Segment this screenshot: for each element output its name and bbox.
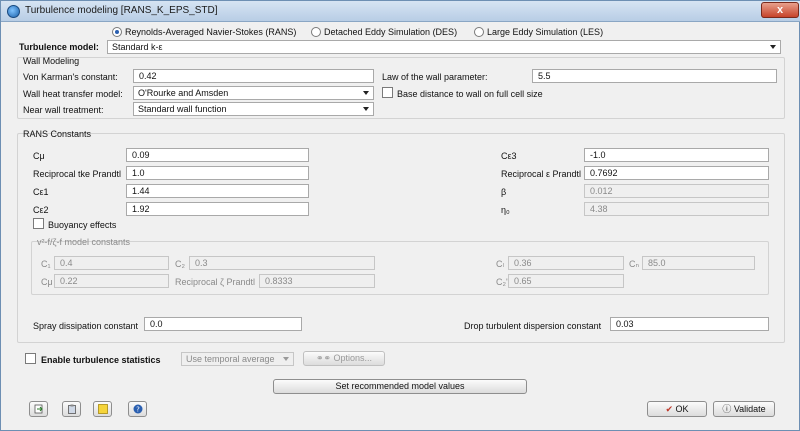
c-e3-input[interactable]: -1.0 bbox=[584, 148, 769, 162]
near-wall-label: Near wall treatment: bbox=[23, 105, 104, 115]
c-e1-label: Cε1 bbox=[33, 187, 49, 197]
base-distance-label: Base distance to wall on full cell size bbox=[397, 89, 543, 99]
import-icon bbox=[34, 404, 43, 414]
v2f-cn-label: Cₙ bbox=[629, 259, 640, 269]
set-recommended-button[interactable]: Set recommended model values bbox=[273, 379, 527, 394]
radio-des[interactable] bbox=[311, 27, 321, 37]
beta-label: β bbox=[501, 187, 507, 197]
spray-dissipation-input[interactable]: 0.0 bbox=[144, 317, 302, 331]
v2f-recip-zeta-label: Reciprocal ζ Prandtl bbox=[175, 277, 256, 287]
drop-dispersion-label: Drop turbulent dispersion constant bbox=[464, 321, 602, 331]
statistics-mode-value: Use temporal average bbox=[186, 354, 275, 364]
statistics-mode-select[interactable]: Use temporal average bbox=[181, 352, 294, 366]
law-of-wall-input[interactable]: 5.5 bbox=[532, 69, 777, 83]
notes-button[interactable] bbox=[93, 401, 112, 417]
enable-statistics-checkbox[interactable] bbox=[25, 353, 36, 364]
radio-les[interactable] bbox=[474, 27, 484, 37]
c-e3-label: Cε3 bbox=[501, 151, 517, 161]
turbulence-model-label: Turbulence model: bbox=[19, 42, 99, 52]
help-button[interactable]: ? bbox=[128, 401, 147, 417]
c-mu-input[interactable]: 0.09 bbox=[126, 148, 309, 162]
eta0-input[interactable]: 4.38 bbox=[584, 202, 769, 216]
von-karman-input[interactable]: 0.42 bbox=[133, 69, 374, 83]
radio-rans-label: Reynolds-Averaged Navier-Stokes (RANS) bbox=[125, 27, 297, 37]
radio-des-label: Detached Eddy Simulation (DES) bbox=[324, 27, 458, 37]
recip-tke-label: Reciprocal tke Prandtl bbox=[33, 169, 122, 179]
von-karman-label: Von Karman's constant: bbox=[23, 72, 118, 82]
v2f-c2p-label: C₂' bbox=[496, 277, 508, 287]
radio-les-label: Large Eddy Simulation (LES) bbox=[487, 27, 604, 37]
beta-input[interactable]: 0.012 bbox=[584, 184, 769, 198]
v2f-cmu-input[interactable]: 0.22 bbox=[54, 274, 169, 288]
drop-dispersion-input[interactable]: 0.03 bbox=[610, 317, 769, 331]
law-of-wall-label: Law of the wall parameter: bbox=[382, 72, 488, 82]
chevron-down-icon bbox=[770, 45, 776, 49]
c-e2-label: Cε2 bbox=[33, 205, 49, 215]
validate-label: Validate bbox=[733, 404, 766, 414]
chevron-down-icon bbox=[363, 107, 369, 111]
v2f-constants-title: v²-f/ζ-f model constants bbox=[37, 237, 130, 247]
help-icon: ? bbox=[133, 404, 143, 414]
v2f-cn-input[interactable]: 85.0 bbox=[642, 256, 755, 270]
close-button[interactable]: x bbox=[761, 2, 799, 18]
ok-label: OK bbox=[675, 404, 689, 414]
v2f-cl-label: Cₗ bbox=[496, 259, 504, 269]
buoyancy-checkbox[interactable] bbox=[33, 218, 44, 229]
v2f-c2-label: C₂ bbox=[175, 259, 185, 269]
heat-transfer-value: O'Rourke and Amsden bbox=[138, 88, 229, 98]
v2f-c1-label: C₁ bbox=[41, 259, 51, 269]
heat-transfer-select[interactable]: O'Rourke and Amsden bbox=[133, 86, 374, 100]
recip-tke-input[interactable]: 1.0 bbox=[126, 166, 309, 180]
recip-eps-input[interactable]: 0.7692 bbox=[584, 166, 769, 180]
v2f-c2-input[interactable]: 0.3 bbox=[189, 256, 375, 270]
sticky-note-icon bbox=[98, 404, 108, 414]
heat-transfer-label: Wall heat transfer model: bbox=[23, 89, 123, 99]
clipboard-icon bbox=[68, 404, 76, 414]
wall-modeling-title: Wall Modeling bbox=[23, 56, 80, 66]
rans-constants-title: RANS Constants bbox=[23, 129, 92, 139]
v2f-cmu-label: Cμ bbox=[41, 277, 53, 287]
eta0-label: η₀ bbox=[501, 205, 510, 215]
near-wall-select[interactable]: Standard wall function bbox=[133, 102, 374, 116]
chevron-down-icon bbox=[363, 91, 369, 95]
enable-statistics-label: Enable turbulence statistics bbox=[41, 355, 161, 365]
v2f-c1-input[interactable]: 0.4 bbox=[54, 256, 169, 270]
turbulence-model-select[interactable]: Standard k-ε bbox=[107, 40, 781, 54]
app-icon bbox=[7, 5, 20, 18]
c-e1-input[interactable]: 1.44 bbox=[126, 184, 309, 198]
v2f-c2p-input[interactable]: 0.65 bbox=[508, 274, 624, 288]
import-button[interactable] bbox=[29, 401, 48, 417]
c-e2-input[interactable]: 1.92 bbox=[126, 202, 309, 216]
turbulence-dialog: Turbulence modeling [RANS_K_EPS_STD] x R… bbox=[0, 0, 800, 431]
spray-dissipation-label: Spray dissipation constant bbox=[33, 321, 139, 331]
v2f-recip-zeta-input[interactable]: 0.8333 bbox=[259, 274, 375, 288]
near-wall-value: Standard wall function bbox=[138, 104, 227, 114]
radio-rans[interactable] bbox=[112, 27, 122, 37]
turbulence-model-value: Standard k-ε bbox=[112, 42, 163, 52]
v2f-cl-input[interactable]: 0.36 bbox=[508, 256, 624, 270]
buoyancy-label: Buoyancy effects bbox=[48, 220, 117, 230]
validate-icon: ⓘ bbox=[722, 404, 734, 414]
c-mu-label: Cμ bbox=[33, 151, 45, 161]
recip-eps-label: Reciprocal ε Prandtl bbox=[501, 169, 582, 179]
validate-button[interactable]: ⓘ Validate bbox=[713, 401, 775, 417]
statistics-options-label: Options... bbox=[333, 353, 373, 363]
svg-text:?: ? bbox=[136, 406, 140, 414]
chevron-down-icon bbox=[283, 357, 289, 361]
window-title: Turbulence modeling [RANS_K_EPS_STD] bbox=[25, 5, 218, 16]
ok-check-icon: ✔ bbox=[665, 404, 676, 414]
copy-button[interactable] bbox=[62, 401, 81, 417]
title-bar: Turbulence modeling [RANS_K_EPS_STD] x bbox=[1, 1, 800, 22]
ok-button[interactable]: ✔ OK bbox=[647, 401, 707, 417]
rans-constants-group bbox=[17, 133, 785, 343]
glasses-icon: ⚭⚭ bbox=[315, 353, 334, 363]
base-distance-checkbox[interactable] bbox=[382, 87, 393, 98]
statistics-options-button[interactable]: ⚭⚭ Options... bbox=[303, 351, 385, 366]
